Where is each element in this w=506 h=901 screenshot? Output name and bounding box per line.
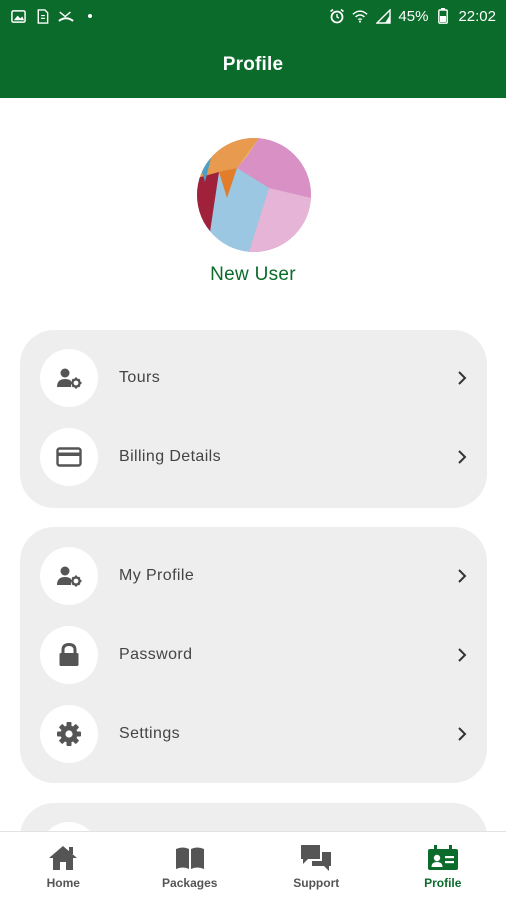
- menu-item-settings[interactable]: Settings: [20, 704, 487, 764]
- menu-item-label: Password: [119, 646, 192, 664]
- menu-item-label: Settings: [119, 725, 180, 743]
- chat-icon: [300, 843, 332, 873]
- nav-label: Support: [293, 876, 339, 890]
- menu-item-label: Tours: [119, 369, 160, 387]
- alarm-icon: [329, 8, 345, 24]
- wifi-icon: [352, 8, 368, 24]
- chevron-right-icon: [455, 371, 469, 385]
- app-bar: Profile: [0, 32, 506, 98]
- nav-label: Home: [47, 876, 80, 890]
- book-icon: [174, 843, 206, 873]
- lock-icon: [40, 626, 98, 684]
- nav-item-packages[interactable]: Packages: [127, 832, 254, 901]
- menu-item-my-profile[interactable]: My Profile: [20, 546, 487, 606]
- menu-card-settings: My Profile Password: [20, 527, 487, 783]
- menu-card-account: Tours Billing Details: [20, 330, 487, 508]
- menu-item-password[interactable]: Password: [20, 625, 487, 685]
- chevron-right-icon: [455, 727, 469, 741]
- file-notification-icon: [34, 8, 50, 24]
- battery-percent: 45%: [398, 8, 428, 25]
- menu-item-billing-details[interactable]: Billing Details: [20, 427, 487, 487]
- chevron-right-icon: [455, 648, 469, 662]
- nav-label: Profile: [424, 876, 461, 890]
- chevron-right-icon: [455, 450, 469, 464]
- signal-icon: [375, 8, 391, 24]
- menu-item-label: My Profile: [119, 567, 194, 585]
- user-gear-icon: [40, 349, 98, 407]
- nav-item-support[interactable]: Support: [253, 832, 380, 901]
- dot-indicator-icon: [82, 8, 98, 24]
- user-gear-icon: [40, 547, 98, 605]
- user-name: New User: [0, 264, 506, 286]
- home-icon: [47, 843, 79, 873]
- menu-item-tours[interactable]: Tours: [20, 348, 487, 408]
- clock-time: 22:02: [458, 8, 496, 25]
- status-bar: 45% 22:02: [0, 0, 506, 32]
- gear-icon: [40, 705, 98, 763]
- credit-card-icon: [40, 428, 98, 486]
- missed-call-icon: [58, 8, 74, 24]
- image-notification-icon: [10, 8, 26, 24]
- nav-item-profile[interactable]: Profile: [380, 832, 506, 901]
- menu-item-label: Billing Details: [119, 448, 221, 466]
- battery-icon: [435, 8, 451, 24]
- id-card-icon: [427, 843, 459, 873]
- avatar[interactable]: [197, 138, 311, 252]
- bottom-navigation: Home Packages Support: [0, 831, 506, 901]
- page-title: Profile: [223, 54, 284, 76]
- chevron-right-icon: [455, 569, 469, 583]
- nav-item-home[interactable]: Home: [0, 832, 127, 901]
- nav-label: Packages: [162, 876, 217, 890]
